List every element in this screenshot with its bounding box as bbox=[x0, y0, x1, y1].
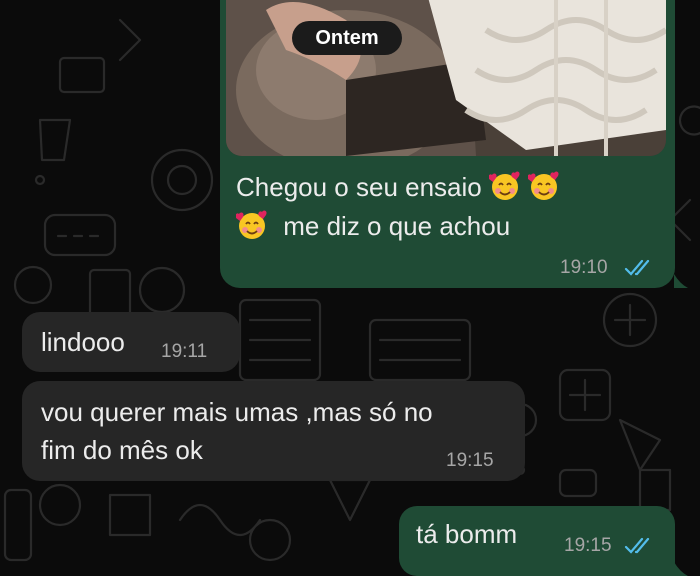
smiling-face-with-hearts-icon bbox=[236, 210, 267, 239]
message-timestamp: 19:11 bbox=[161, 341, 208, 362]
message-text-line-1: Chegou o seu ensaio bbox=[236, 168, 560, 206]
shared-photo[interactable] bbox=[226, 0, 666, 156]
message-text: lindooo bbox=[41, 327, 125, 357]
message-text: tá bomm bbox=[416, 519, 518, 549]
double-check-read-icon bbox=[624, 537, 650, 554]
message-timestamp: 19:15 bbox=[446, 450, 494, 471]
message-timestamp: 19:10 bbox=[560, 257, 608, 278]
message-text-line-1: vou querer mais umas ,mas só no bbox=[41, 397, 433, 427]
double-check-read-icon bbox=[624, 259, 650, 276]
message-text-line-2: me diz o que achou bbox=[236, 207, 510, 245]
message-timestamp: 19:15 bbox=[564, 535, 612, 556]
date-separator-chip: Ontem bbox=[292, 21, 402, 55]
outgoing-bubble-tail bbox=[674, 274, 688, 288]
message-text-line-2: fim do mês ok bbox=[41, 435, 203, 465]
smiling-face-with-hearts-icon bbox=[488, 171, 520, 200]
smiling-face-with-hearts-icon bbox=[528, 171, 559, 200]
